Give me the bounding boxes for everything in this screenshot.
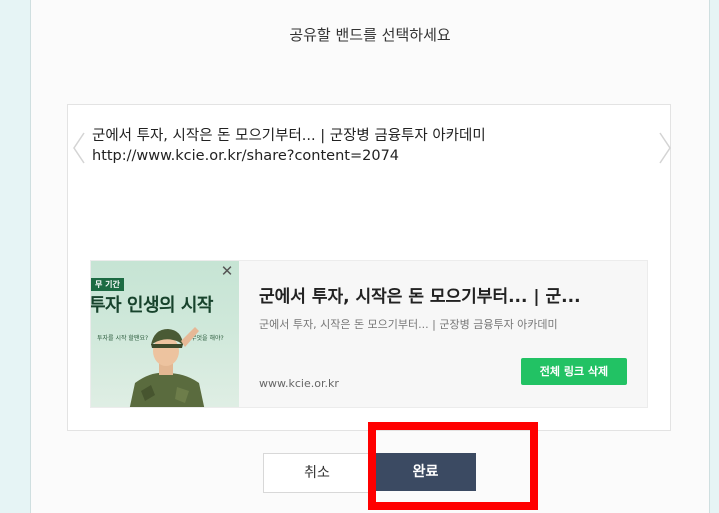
message-url-line: http://www.kcie.or.kr/share?content=2074 <box>92 148 400 164</box>
remove-link-button[interactable]: 전체 링크 삭제 <box>521 358 627 385</box>
thumbnail-tag: 무 기간 <box>91 278 124 291</box>
soldier-illustration <box>129 327 205 407</box>
share-dialog: 공유할 밴드를 선택하세요 군에서 투자, 시작은 돈 모으기부터... | 군… <box>30 0 710 513</box>
preview-title: 군에서 투자, 시작은 돈 모으기부터... | 군... <box>259 287 581 307</box>
message-title-line: 군에서 투자, 시작은 돈 모으기부터... | 군장병 금융투자 아카데미 <box>92 128 486 144</box>
preview-description: 군에서 투자, 시작은 돈 모으기부터... | 군장병 금융투자 아카데미 <box>259 318 558 331</box>
preview-thumbnail: 무 기간 투자 인생의 시작 투자를 시작 할땐요? 무엇을 해야? ✕ <box>91 261 239 407</box>
share-content-box: 군에서 투자, 시작은 돈 모으기부터... | 군장병 금융투자 아카데미 h… <box>67 104 671 431</box>
link-preview-card: 무 기간 투자 인생의 시작 투자를 시작 할땐요? 무엇을 해야? ✕ 군에서… <box>90 260 648 408</box>
preview-url: www.kcie.or.kr <box>259 377 339 390</box>
thumbnail-headline: 투자 인생의 시작 <box>91 295 213 316</box>
cancel-button[interactable]: 취소 <box>263 453 371 493</box>
close-icon[interactable]: ✕ <box>219 263 235 279</box>
chevron-right-icon[interactable] <box>658 131 672 165</box>
share-message[interactable]: 군에서 투자, 시작은 돈 모으기부터... | 군장병 금융투자 아카데미 h… <box>92 126 632 166</box>
highlight-box <box>368 422 538 510</box>
dialog-title: 공유할 밴드를 선택하세요 <box>289 26 451 44</box>
chevron-left-icon[interactable] <box>72 131 86 165</box>
